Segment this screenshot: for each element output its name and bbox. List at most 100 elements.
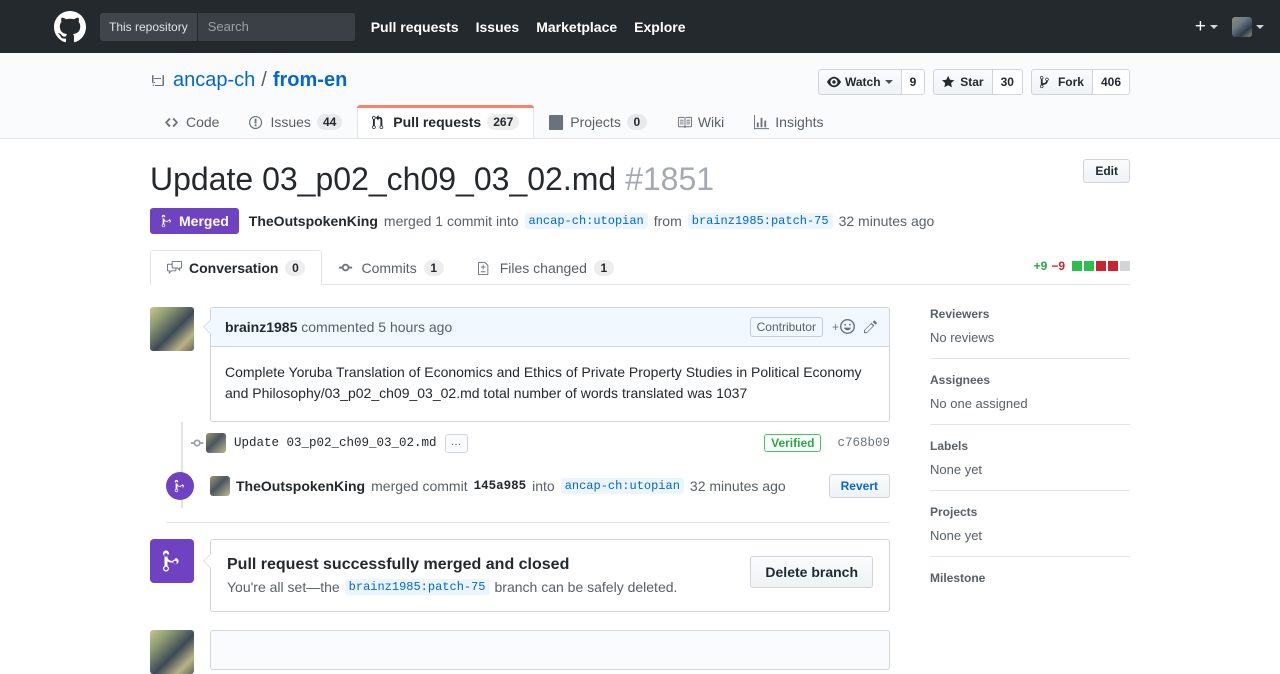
tab-pull-requests-label: Pull requests — [393, 114, 481, 130]
comment-author[interactable]: brainz1985 — [225, 319, 297, 335]
merged-subtitle-prefix: You're all set—the — [227, 579, 340, 595]
commit-expand-button[interactable]: … — [445, 434, 468, 453]
repo-icon — [150, 73, 166, 89]
git-merge-icon — [160, 214, 174, 228]
repository-header: ancap-ch / from-en Watch 9 Star 30 — [0, 53, 1280, 139]
commit-sha[interactable]: c768b09 — [837, 436, 890, 450]
fork-count: 406 — [1092, 70, 1129, 94]
breadcrumb-owner[interactable]: ancap-ch — [173, 69, 255, 92]
tab-pull-requests-count: 267 — [487, 114, 519, 130]
breadcrumb-repo[interactable]: from-en — [273, 69, 347, 92]
merged-title: Pull request successfully merged and clo… — [227, 556, 677, 574]
watch-count: 9 — [901, 70, 925, 94]
pencil-icon[interactable] — [864, 319, 879, 334]
search-input[interactable] — [198, 13, 355, 41]
watch-button[interactable]: Watch 9 — [818, 69, 925, 95]
comment-body: Complete Yoruba Translation of Economics… — [211, 347, 889, 421]
user-menu[interactable] — [1232, 17, 1264, 37]
tab-commits[interactable]: Commits 1 — [322, 250, 460, 285]
chevron-down-icon — [1210, 25, 1218, 29]
logo-container — [0, 11, 100, 43]
diff-block-deletion — [1108, 261, 1118, 271]
avatar[interactable] — [150, 307, 194, 351]
commit-message[interactable]: Update 03_p02_ch09_03_02.md — [234, 436, 437, 450]
sidebar-section-assignees: Assignees No one assigned — [930, 373, 1130, 425]
tab-projects-label: Projects — [570, 114, 621, 130]
nav-marketplace[interactable]: Marketplace — [536, 19, 617, 35]
global-header: This repository Pull requests Issues Mar… — [0, 0, 1280, 53]
pull-request-meta: Merged TheOutspokenKing merged 1 commit … — [150, 208, 1130, 234]
tab-insights[interactable]: Insights — [739, 105, 838, 138]
divider — [166, 522, 890, 523]
header-right-actions: + — [1195, 17, 1264, 37]
edit-button[interactable]: Edit — [1083, 159, 1130, 183]
tab-files-changed-label: Files changed — [500, 260, 587, 276]
verified-badge[interactable]: Verified — [764, 434, 821, 452]
avatar[interactable] — [206, 433, 226, 453]
avatar[interactable] — [150, 630, 194, 674]
avatar[interactable] — [210, 476, 230, 496]
tab-files-changed[interactable]: Files changed 1 — [461, 250, 631, 285]
book-icon — [677, 115, 692, 130]
global-nav: Pull requests Issues Marketplace Explore — [371, 19, 686, 35]
sidebar-title-milestone[interactable]: Milestone — [930, 571, 1130, 585]
tab-issues-count: 44 — [317, 114, 342, 130]
fork-button[interactable]: Fork 406 — [1031, 69, 1130, 95]
merge-branch-chip[interactable]: ancap-ch:utopian — [561, 478, 684, 494]
tab-files-changed-count: 1 — [594, 260, 614, 276]
add-reaction-icon[interactable]: + — [832, 319, 855, 334]
merge-actor[interactable]: TheOutspokenKing — [236, 478, 365, 494]
sidebar-section-projects: Projects None yet — [930, 505, 1130, 557]
sidebar-title-reviewers[interactable]: Reviewers — [930, 307, 1130, 321]
star-count: 30 — [992, 70, 1022, 94]
nav-issues[interactable]: Issues — [476, 19, 520, 35]
new-comment-input[interactable] — [210, 630, 890, 670]
pull-request-tabs: Conversation 0 Commits 1 Files changed 1… — [150, 250, 1130, 285]
tab-code[interactable]: Code — [150, 105, 234, 138]
diff-block-addition — [1084, 261, 1094, 271]
sidebar-title-labels[interactable]: Labels — [930, 439, 1130, 453]
repository-tabs: Code Issues 44 Pull requests 267 Project… — [150, 105, 1130, 138]
timeline-column: brainz1985 commented 5 hours ago Contrib… — [150, 307, 890, 674]
tab-code-label: Code — [186, 114, 219, 130]
tab-issues[interactable]: Issues 44 — [234, 105, 357, 138]
diff-block-addition — [1072, 261, 1082, 271]
head-branch-chip[interactable]: brainz1985:patch-75 — [688, 213, 833, 229]
comment-discussion-icon — [167, 260, 182, 275]
base-branch-chip[interactable]: ancap-ch:utopian — [525, 213, 648, 229]
issue-opened-icon — [249, 115, 264, 130]
sidebar-title-projects[interactable]: Projects — [930, 505, 1130, 519]
commit-event-row: Update 03_p02_ch09_03_02.md … Verified c… — [166, 422, 890, 464]
tab-pull-requests[interactable]: Pull requests 267 — [357, 105, 534, 138]
sidebar-title-assignees[interactable]: Assignees — [930, 373, 1130, 387]
nav-pull-requests[interactable]: Pull requests — [371, 19, 459, 35]
diff-icon — [478, 260, 493, 275]
comment-box: brainz1985 commented 5 hours ago Contrib… — [210, 307, 890, 422]
search-scope-button[interactable]: This repository — [100, 13, 198, 41]
tab-projects[interactable]: Projects 0 — [534, 105, 662, 138]
tab-conversation-count: 0 — [285, 260, 305, 276]
merged-timestamp: 32 minutes ago — [839, 213, 935, 229]
sidebar-value-reviewers: No reviews — [930, 330, 1130, 345]
tab-wiki[interactable]: Wiki — [662, 105, 739, 138]
diff-blocks — [1072, 261, 1130, 271]
chevron-down-icon — [885, 80, 893, 84]
tab-conversation[interactable]: Conversation 0 — [150, 250, 322, 285]
merge-action-text: merged 1 commit into — [384, 213, 519, 229]
star-label: Star — [960, 75, 983, 89]
merge-commit-sha[interactable]: 145a985 — [474, 479, 527, 493]
create-new-menu[interactable]: + — [1195, 17, 1218, 36]
merger-username[interactable]: TheOutspokenKing — [249, 213, 378, 229]
merge-action-label: merged commit — [371, 478, 467, 494]
star-button[interactable]: Star 30 — [933, 69, 1023, 95]
merge-timestamp: 32 minutes ago — [690, 478, 786, 494]
revert-button[interactable]: Revert — [829, 474, 890, 498]
github-mark-icon[interactable] — [54, 11, 86, 43]
sidebar-section-labels: Labels None yet — [930, 439, 1130, 491]
delete-branch-button[interactable]: Delete branch — [750, 556, 873, 588]
sidebar-value-assignees: No one assigned — [930, 396, 1130, 411]
chevron-down-icon — [1256, 25, 1264, 29]
nav-explore[interactable]: Explore — [634, 19, 685, 35]
role-badge: Contributor — [750, 317, 823, 337]
git-merge-icon — [166, 472, 194, 500]
